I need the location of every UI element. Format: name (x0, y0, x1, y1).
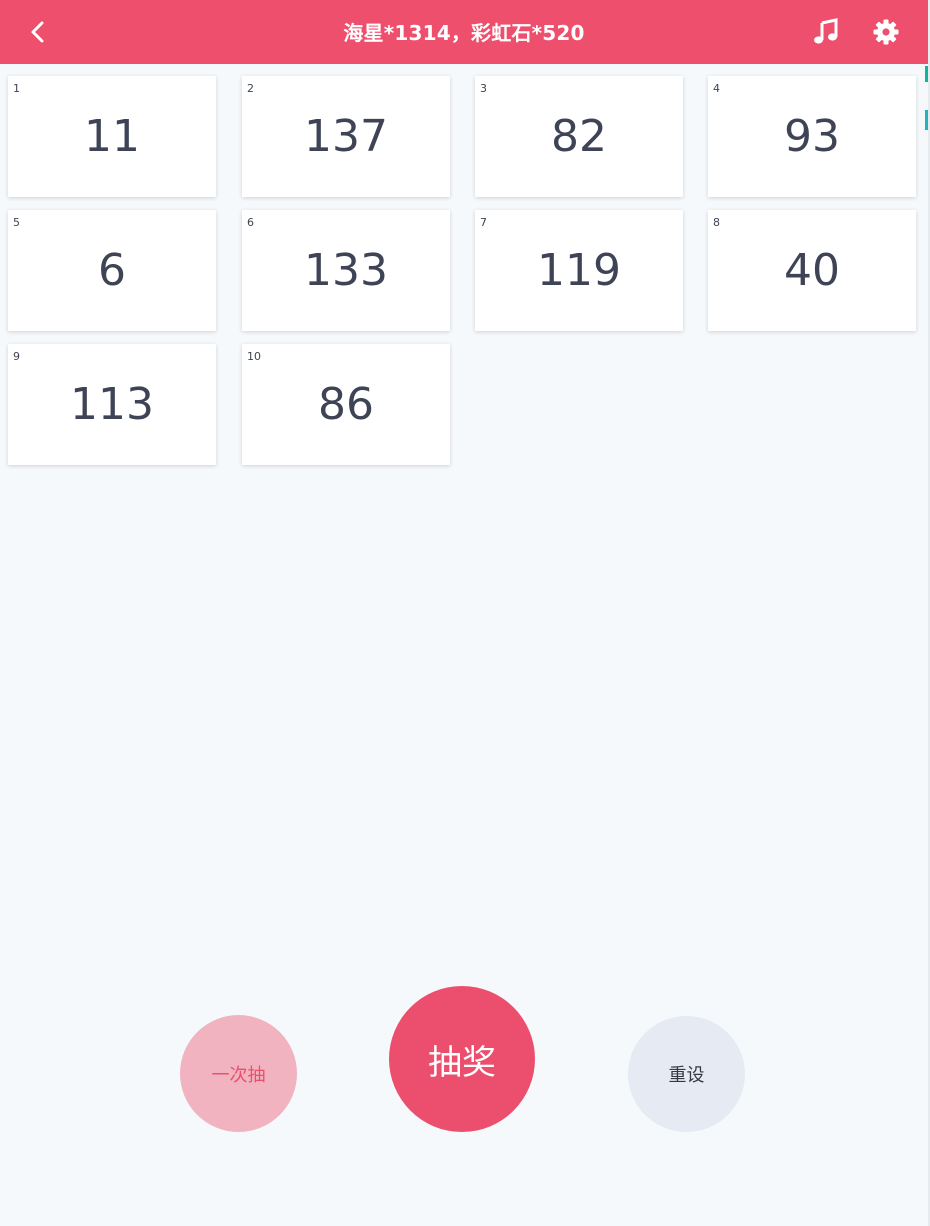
card-index: 1 (13, 82, 20, 95)
card-number: 11 (84, 111, 140, 162)
number-card: 4 93 (708, 76, 916, 197)
card-number: 6 (98, 245, 126, 296)
card-number: 93 (784, 111, 840, 162)
card-number: 113 (70, 379, 154, 430)
number-card: 1 11 (8, 76, 216, 197)
music-note-icon (814, 18, 838, 44)
card-index: 3 (480, 82, 487, 95)
card-number: 86 (318, 379, 374, 430)
draw-once-button[interactable]: 一次抽 (180, 1015, 297, 1132)
card-number: 40 (784, 245, 840, 296)
page-title: 海星*1314，彩虹石*520 (343, 21, 585, 45)
edge-indicator (925, 110, 928, 130)
reset-button[interactable]: 重设 (628, 1016, 745, 1132)
number-card: 6 133 (242, 210, 450, 331)
settings-button[interactable] (868, 14, 904, 50)
card-index: 5 (13, 216, 20, 229)
card-number: 119 (537, 245, 621, 296)
number-card: 5 6 (8, 210, 216, 331)
lottery-app: 海星*1314，彩虹石*520 1 11 2 137 3 82 4 93 5 6… (0, 0, 930, 1226)
music-button[interactable] (808, 14, 844, 50)
number-card: 8 40 (708, 210, 916, 331)
card-index: 9 (13, 350, 20, 363)
card-index: 2 (247, 82, 254, 95)
number-card: 10 86 (242, 344, 450, 465)
card-index: 7 (480, 216, 487, 229)
card-number: 82 (551, 111, 607, 162)
number-card: 9 113 (8, 344, 216, 465)
gear-icon (873, 19, 899, 45)
edge-indicator (925, 66, 928, 82)
card-index: 4 (713, 82, 720, 95)
draw-button[interactable]: 抽奖 (389, 986, 535, 1132)
app-header: 海星*1314，彩虹石*520 (0, 0, 928, 64)
card-index: 8 (713, 216, 720, 229)
card-number: 137 (304, 111, 388, 162)
card-number: 133 (304, 245, 388, 296)
number-card: 3 82 (475, 76, 683, 197)
number-card: 7 119 (475, 210, 683, 331)
card-index: 6 (247, 216, 254, 229)
card-index: 10 (247, 350, 261, 363)
number-card: 2 137 (242, 76, 450, 197)
